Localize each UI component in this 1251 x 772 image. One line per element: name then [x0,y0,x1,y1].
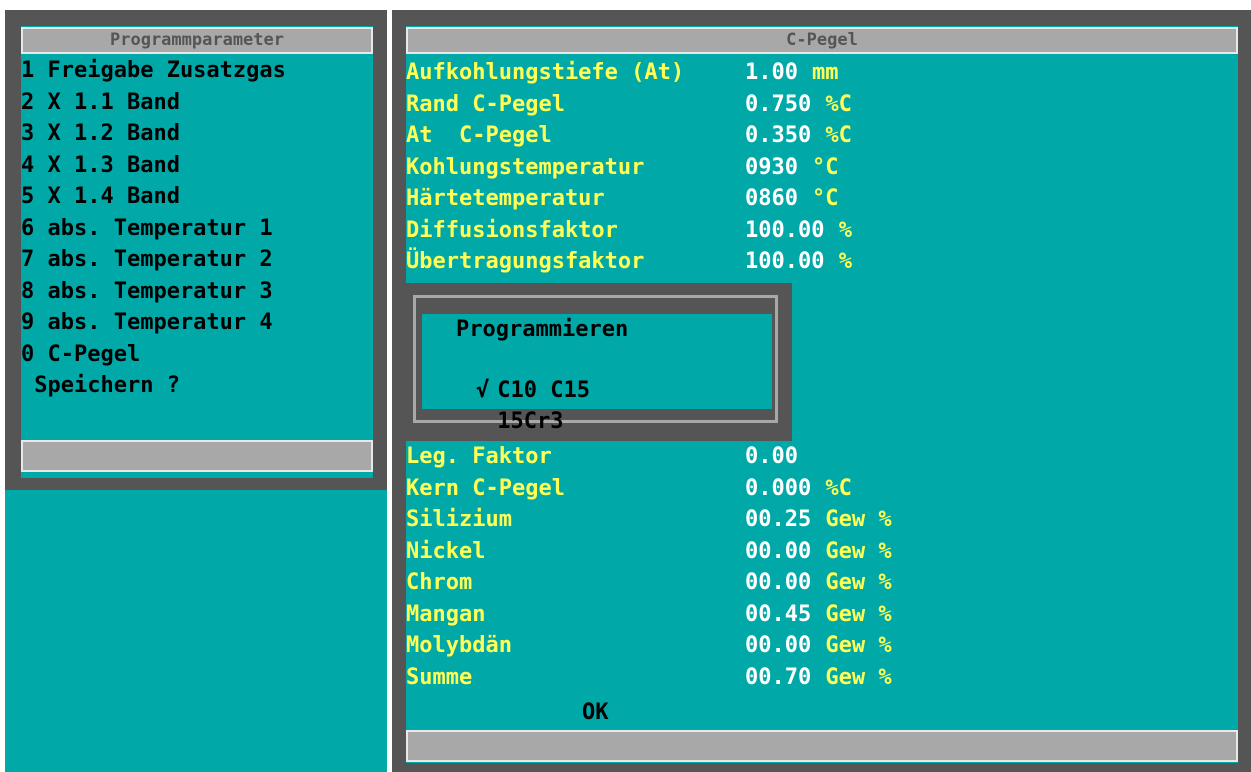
menu-item[interactable]: 6 abs. Temperatur 1 [21,214,273,244]
menu-item[interactable]: 8 abs. Temperatur 3 [21,277,273,307]
parameter-label: Rand C-Pegel [406,91,565,117]
parameter-label: Molybdän [406,633,512,658]
parameter-label: Übertragungsfaktor [406,249,645,274]
popup-option-label: 15Cr3 [497,409,564,434]
parameter-unit: Gew % [825,507,892,532]
popup-title: Programmieren [456,317,629,342]
parameter-row[interactable]: Aufkohlungstiefe (At) 1.00 mm [406,58,1226,88]
left-panel-statusbar [21,440,373,472]
parameter-label: Kohlungstemperatur [406,154,645,180]
parameter-label: Diffusionsfaktor [406,217,618,243]
menu-item[interactable]: 1 Freigabe Zusatzgas [21,56,286,86]
ok-button[interactable]: OK [582,698,609,728]
menu-item[interactable]: 5 X 1.4 Band [21,182,180,212]
right-panel-statusbar [406,730,1238,762]
parameter-unit: Gew % [825,570,892,595]
parameter-row[interactable]: Chrom 00.00 Gew % [406,568,1226,598]
parameter-unit: Gew % [825,601,892,627]
menu-item[interactable]: 4 X 1.3 Band [21,151,180,181]
parameter-value[interactable]: 00.45 [745,600,811,630]
menu-item[interactable]: 0 C-Pegel [21,340,140,370]
menu-item[interactable]: 7 abs. Temperatur 2 [21,245,273,275]
menu-item[interactable]: 3 X 1.2 Band [21,119,180,149]
parameter-value[interactable]: 00.00 [745,568,811,598]
parameter-value[interactable]: 0.750 [745,90,811,120]
parameter-value[interactable]: 100.00 [745,216,824,246]
parameter-unit: Gew % [825,664,892,690]
parameter-label: Mangan [406,601,486,627]
parameter-row[interactable]: Diffusionsfaktor 100.00% [406,216,1226,246]
parameter-value[interactable]: 100.00 [745,247,824,277]
parameter-unit: °C [812,154,839,180]
left-panel-title: Programmparameter [21,27,373,54]
parameter-label: Härtetemperatur [406,186,605,211]
parameter-unit: Gew % [825,633,892,658]
parameter-unit: °C [812,186,839,211]
parameter-value[interactable]: 00.00 [745,537,811,567]
parameter-label: Aufkohlungstiefe (At) [406,60,685,85]
parameter-row[interactable]: Nickel 00.00 Gew % [406,537,1226,567]
parameter-value[interactable]: 0930 [745,153,798,183]
parameter-unit: %C [825,123,852,148]
parameter-label: Nickel [406,538,486,564]
parameter-unit: mm [812,60,839,85]
parameter-unit: % [838,249,853,274]
parameter-label: Chrom [406,570,473,595]
parameter-label: Kern C-Pegel [406,475,565,501]
parameter-value[interactable]: 1.00 [745,58,798,88]
parameter-unit: %C [825,91,852,117]
parameter-value[interactable]: 0.00 [745,442,798,472]
parameter-unit: %C [825,475,852,501]
popup-option-15cr3[interactable]: √15Cr3 [423,377,563,467]
parameter-value[interactable]: 00.25 [745,505,811,535]
parameter-row[interactable]: At C-Pegel 0.350 %C [406,121,1226,151]
parameter-value[interactable]: 0.000 [745,474,811,504]
parameter-value[interactable]: 0860 [745,184,798,214]
parameter-unit: % [838,217,853,243]
menu-item[interactable]: 2 X 1.1 Band [21,88,180,118]
parameter-value[interactable]: 00.70 [745,663,811,693]
parameter-row[interactable]: Mangan 00.45 Gew % [406,600,1226,630]
parameter-row[interactable]: Kern C-Pegel 0.000 %C [406,474,1226,504]
parameter-unit: Gew % [825,538,892,564]
parameter-row[interactable]: Silizium 00.25 Gew % [406,505,1226,535]
parameter-row[interactable]: Härtetemperatur 0860 °C [406,184,1226,214]
parameter-value[interactable]: 00.00 [745,631,811,661]
right-panel-title: C-Pegel [406,27,1238,54]
parameter-label: At C-Pegel [406,123,552,148]
parameter-row[interactable]: Rand C-Pegel 0.750 %C [406,90,1226,120]
parameter-label: Summe [406,664,473,690]
parameter-label: Silizium [406,507,512,532]
parameter-row[interactable]: Kohlungstemperatur 0930 °C [406,153,1226,183]
lower-left-area [5,490,387,772]
parameter-row[interactable]: Summe 00.70 Gew % [406,663,1226,693]
parameter-value[interactable]: 0.350 [745,121,811,151]
programmparameter-window: Programmparameter 1 Freigabe Zusatzgas 2 … [5,10,387,490]
parameter-row[interactable]: Molybdän 00.00 Gew % [406,631,1226,661]
menu-item[interactable]: 9 abs. Temperatur 4 [21,308,273,338]
programmieren-popup: Programmieren √C10 C15 √15Cr3 [403,283,792,441]
save-menu-item[interactable]: Speichern ? [21,371,180,401]
parameter-row[interactable]: Übertragungsfaktor 100.00% [406,247,1226,277]
